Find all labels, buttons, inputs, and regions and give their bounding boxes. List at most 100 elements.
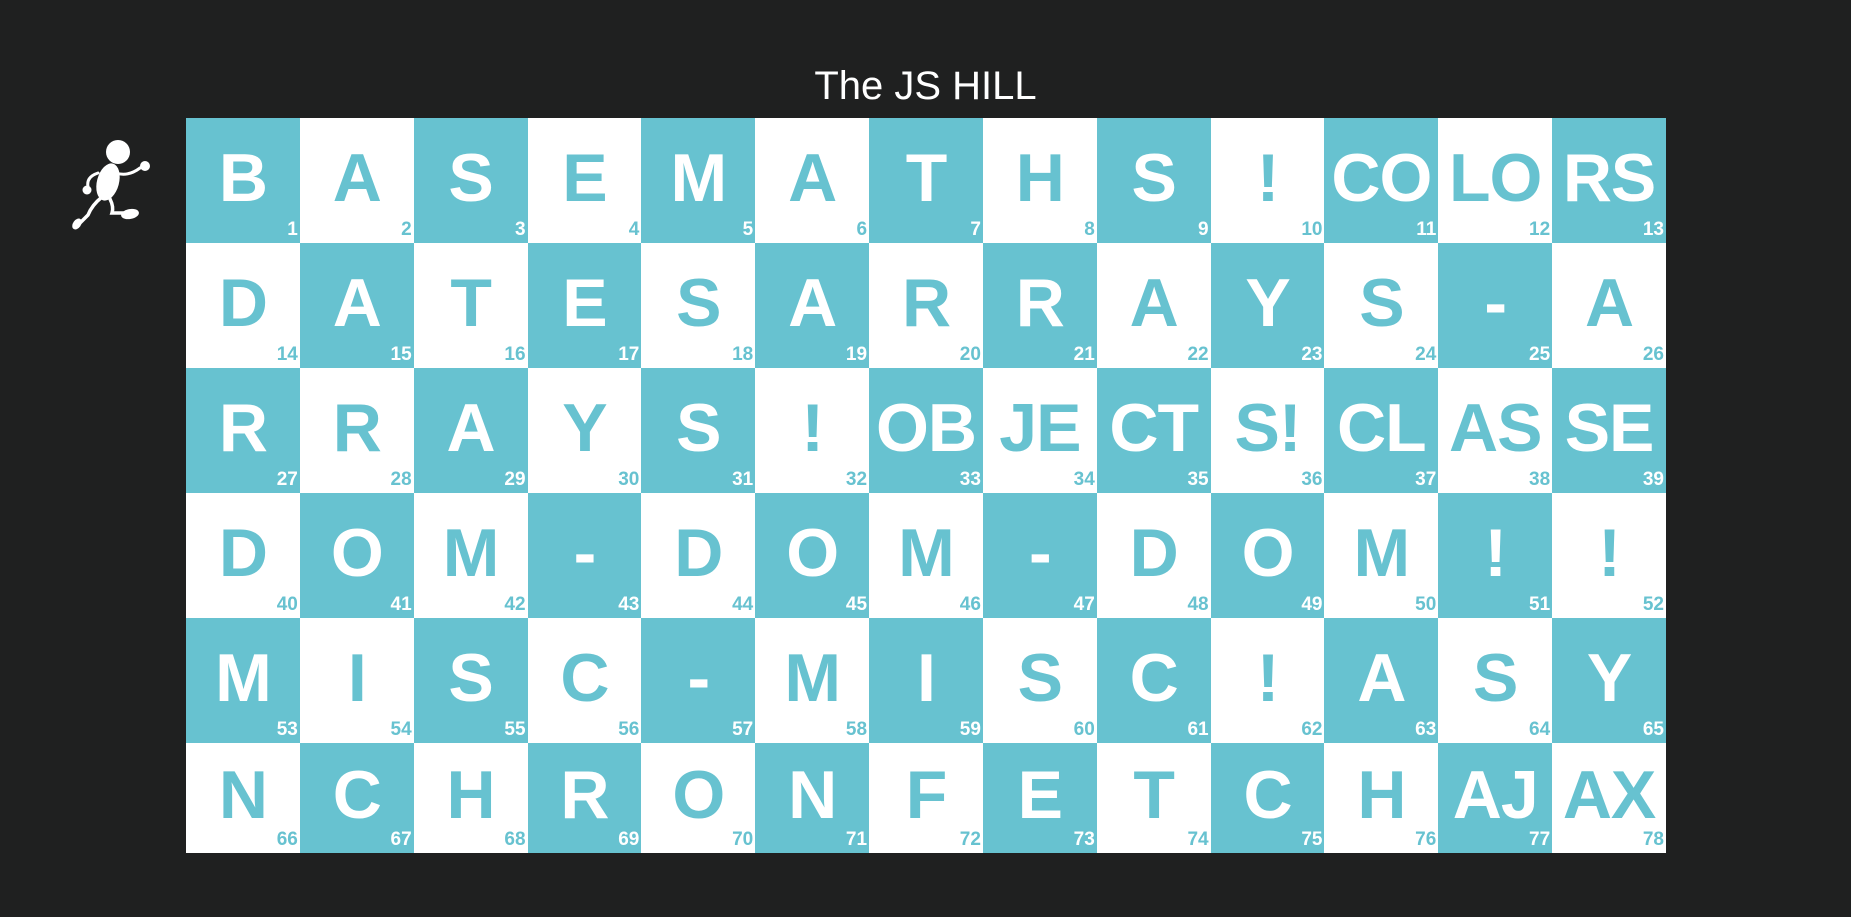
board-cell: O 70 xyxy=(641,743,756,853)
cell-number: 10 xyxy=(1301,219,1323,240)
cell-letter: A xyxy=(332,139,382,216)
board-cell: M 53 xyxy=(186,618,300,743)
board-cell: C 56 xyxy=(527,618,642,743)
cell-number: 7 xyxy=(970,219,981,240)
board-cell: H8 xyxy=(982,118,1097,243)
cell-letter: ! xyxy=(1256,139,1280,216)
cell-number: 55 xyxy=(504,719,526,740)
cell-letter: R xyxy=(560,757,609,833)
cell-number: 59 xyxy=(959,719,981,740)
board-cell: AJ 77 xyxy=(1438,743,1553,853)
cell-letter: AJ xyxy=(1452,757,1539,833)
cell-number: 45 xyxy=(845,594,868,615)
board-cell: H 68 xyxy=(413,743,528,853)
cell-letter: E xyxy=(562,264,607,341)
cell-letter: D xyxy=(1129,514,1179,591)
board-cell: C 67 xyxy=(299,743,414,853)
cell-letter: F xyxy=(905,757,948,833)
board-cell: I 59 xyxy=(869,618,983,743)
cell-letter: A xyxy=(446,389,496,466)
board-cell: M 46 xyxy=(869,493,983,618)
board-cell: N 66 xyxy=(186,743,300,853)
cell-letter: C xyxy=(1129,639,1179,716)
cell-letter: R xyxy=(901,264,951,341)
cell-number: 66 xyxy=(276,829,298,850)
board-cell: R 69 xyxy=(527,743,642,853)
cell-number: 61 xyxy=(1187,719,1209,740)
board-cell: A 26 xyxy=(1552,243,1666,368)
cell-number: 23 xyxy=(1301,344,1323,365)
cell-number: 71 xyxy=(845,829,868,850)
board-cell: ! 51 xyxy=(1438,493,1553,618)
cell-letter: M xyxy=(215,639,272,716)
cell-number: 28 xyxy=(390,469,412,490)
cell-letter: OB xyxy=(875,389,977,466)
board-cell: S 31 xyxy=(641,368,756,493)
cell-letter: R xyxy=(1015,264,1065,341)
board-cell: R 27 xyxy=(186,368,300,493)
cell-letter: D xyxy=(218,514,268,591)
cell-number: 33 xyxy=(959,469,981,490)
cell-number: 74 xyxy=(1187,829,1209,850)
cell-number: 38 xyxy=(1529,469,1551,490)
cell-number: 76 xyxy=(1415,829,1437,850)
cell-letter: CO xyxy=(1331,139,1432,216)
board-cell: D 40 xyxy=(186,493,300,618)
board-cell: -47 xyxy=(982,493,1097,618)
cell-letter: A xyxy=(1357,639,1406,716)
cell-letter: S xyxy=(1017,639,1063,716)
cell-letter: M xyxy=(784,639,841,716)
board-cell: R 28 xyxy=(299,368,414,493)
cell-number: 58 xyxy=(845,719,868,740)
cell-letter: C xyxy=(332,757,382,833)
board-cell: D 48 xyxy=(1096,493,1211,618)
cell-letter: O xyxy=(672,757,725,833)
board-cell: H 76 xyxy=(1324,743,1439,853)
board-cell: JE 34 xyxy=(982,368,1097,493)
cell-number: 68 xyxy=(504,829,526,850)
board-cell: A 19 xyxy=(755,243,870,368)
board-cell: A 15 xyxy=(299,243,414,368)
page-title: The JS HILL xyxy=(814,64,1037,108)
board-cell: S 60 xyxy=(982,618,1097,743)
cell-letter: H xyxy=(1357,757,1406,833)
cell-letter: E xyxy=(1017,757,1063,833)
cell-letter: S! xyxy=(1234,389,1302,466)
board-cell: - 57 xyxy=(641,618,756,743)
cell-number: 50 xyxy=(1415,594,1437,615)
cell-letter: A xyxy=(788,139,837,216)
board-cell: OB 33 xyxy=(869,368,983,493)
cell-letter: Y xyxy=(1245,264,1290,341)
cell-letter: N xyxy=(218,757,268,833)
board-cell: Y 65 xyxy=(1552,618,1666,743)
cell-number: 39 xyxy=(1642,469,1664,490)
cell-letter: - xyxy=(687,639,710,716)
cell-number: 47 xyxy=(1073,594,1095,615)
cell-number: 67 xyxy=(390,829,412,850)
board-cell: B1 xyxy=(186,118,300,243)
board-cell: ! 52 xyxy=(1552,493,1666,618)
cell-letter: M xyxy=(442,514,500,591)
cell-letter: T xyxy=(450,264,492,341)
board-cell: M 42 xyxy=(413,493,528,618)
board-cell: S3 xyxy=(413,118,528,243)
board-cell: RS 13 xyxy=(1552,118,1666,243)
board-cell: S! 36 xyxy=(1210,368,1325,493)
cell-number: 51 xyxy=(1529,594,1551,615)
board-cell: -43 xyxy=(527,493,642,618)
board-cell: E4 xyxy=(527,118,642,243)
cell-number: 17 xyxy=(618,344,640,365)
cell-letter: H xyxy=(446,757,496,833)
board-cell: R 21 xyxy=(982,243,1097,368)
board-cell: S 18 xyxy=(641,243,756,368)
cell-letter: C xyxy=(560,639,609,716)
cell-number: 69 xyxy=(618,829,640,850)
cell-number: 2 xyxy=(401,219,412,240)
cell-number: 72 xyxy=(959,829,981,850)
board-cell: O 49 xyxy=(1210,493,1325,618)
cell-number: 22 xyxy=(1187,344,1209,365)
cell-number: 62 xyxy=(1301,719,1323,740)
cell-number: 5 xyxy=(742,219,754,240)
board-cell: Y 23 xyxy=(1210,243,1325,368)
cell-letter: N xyxy=(788,757,837,833)
